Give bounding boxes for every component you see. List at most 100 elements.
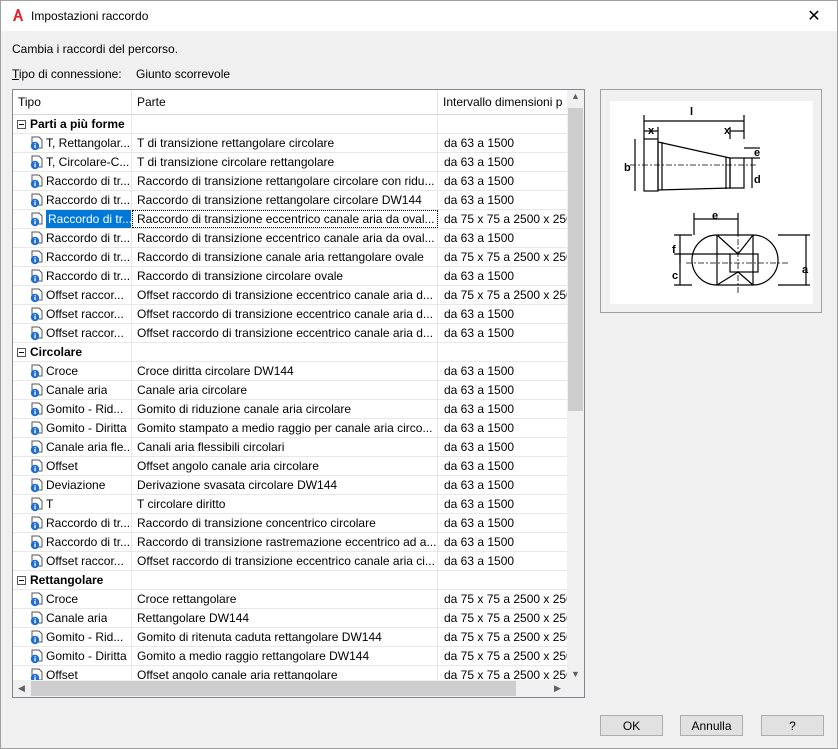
range-cell[interactable]: da 63 a 1500 [438, 533, 568, 551]
tipo-cell[interactable]: Gomito - Rid... [13, 400, 132, 418]
range-cell[interactable]: da 75 x 75 a 2500 x 2500 [438, 248, 568, 266]
range-cell[interactable]: da 75 x 75 a 2500 x 2500 [438, 647, 568, 665]
table-row[interactable]: Croce Croce diritta circolare DW144 da 63 … [13, 362, 568, 381]
parte-cell[interactable]: Gomito di ritenuta caduta rettangolare D… [132, 628, 438, 646]
collapse-icon[interactable] [17, 119, 26, 129]
range-cell[interactable]: da 63 a 1500 [438, 438, 568, 456]
parte-cell[interactable]: Croce rettangolare [132, 590, 438, 608]
parte-cell[interactable]: Croce diritta circolare DW144 [132, 362, 438, 380]
range-cell[interactable]: da 63 a 1500 [438, 476, 568, 494]
parte-cell[interactable]: Raccordo di transizione concentrico circ… [132, 514, 438, 532]
tipo-cell[interactable]: Offset raccor... [13, 286, 132, 304]
range-cell[interactable]: da 75 x 75 a 2500 x 2500 [438, 286, 568, 304]
collapse-icon[interactable] [17, 575, 26, 585]
table-row[interactable]: T, Circolare-C... T di transizione circol… [13, 153, 568, 172]
tipo-cell[interactable]: Raccordo di tr... [13, 229, 132, 247]
range-cell[interactable]: da 63 a 1500 [438, 419, 568, 437]
range-cell[interactable]: da 75 x 75 a 2500 x 2500 [438, 628, 568, 646]
table-row[interactable]: Canale aria fle... Canali aria flessibili… [13, 438, 568, 457]
parte-cell[interactable]: Offset raccordo di transizione eccentric… [132, 305, 438, 323]
column-header-tipo[interactable]: Tipo [13, 90, 132, 115]
table-row[interactable]: Offset Offset angolo canale aria circolar… [13, 457, 568, 476]
tipo-cell[interactable]: T, Circolare-C... [13, 153, 132, 171]
range-cell[interactable]: da 63 a 1500 [438, 172, 568, 190]
range-cell[interactable]: da 63 a 1500 [438, 400, 568, 418]
table-row[interactable]: T T circolare diritto da 63 a 1500 [13, 495, 568, 514]
tipo-cell[interactable]: Raccordo di tr... [13, 172, 132, 190]
parte-cell[interactable]: Raccordo di transizione rettangolare cir… [132, 191, 438, 209]
tipo-cell[interactable]: T [13, 495, 132, 513]
tipo-cell[interactable]: Gomito - Diritta [13, 419, 132, 437]
table-row[interactable]: Offset raccor... Offset raccordo di trans… [13, 305, 568, 324]
table-row[interactable]: Raccordo di tr... Raccordo di transizione… [13, 229, 568, 248]
group-cell[interactable]: Circolare [13, 343, 132, 361]
range-cell[interactable]: da 63 a 1500 [438, 305, 568, 323]
range-cell[interactable]: da 75 x 75 a 2500 x 2500 [438, 210, 568, 228]
table-row[interactable]: Raccordo di tr... Raccordo di transizione… [13, 248, 568, 267]
group-row[interactable]: Rettangolare [13, 571, 568, 590]
parte-cell[interactable]: Gomito di riduzione canale aria circolar… [132, 400, 438, 418]
tipo-cell[interactable]: T, Rettangolar... [13, 134, 132, 152]
parte-cell[interactable]: Raccordo di transizione eccentrico canal… [132, 210, 438, 228]
group-row[interactable]: Circolare [13, 343, 568, 362]
tipo-cell[interactable]: Raccordo di tr... [13, 267, 132, 285]
horizontal-scroll-thumb[interactable] [31, 681, 516, 696]
tipo-cell[interactable]: Offset raccor... [13, 324, 132, 342]
range-cell[interactable]: da 63 a 1500 [438, 457, 568, 475]
table-row[interactable]: Gomito - Rid... Gomito di riduzione canal… [13, 400, 568, 419]
tipo-cell[interactable]: Raccordo di tr... [13, 248, 132, 266]
close-icon[interactable]: ✕ [807, 6, 820, 26]
table-row[interactable]: Deviazione Derivazione svasata circolare … [13, 476, 568, 495]
parte-cell[interactable]: Offset raccordo di transizione eccentric… [132, 324, 438, 342]
column-header-parte[interactable]: Parte [132, 90, 438, 115]
table-row[interactable]: Canale aria Rettangolare DW144 da 75 x 75 … [13, 609, 568, 628]
vertical-scrollbar[interactable]: ▲ ▼ [567, 90, 584, 680]
group-cell[interactable]: Parti a più forme [13, 115, 132, 133]
tipo-cell[interactable]: Offset raccor... [13, 305, 132, 323]
range-cell[interactable]: da 63 a 1500 [438, 267, 568, 285]
scroll-left-arrow-icon[interactable]: ◀ [13, 683, 30, 694]
table-row[interactable]: Gomito - Diritta Gomito a medio raggio re… [13, 647, 568, 666]
parte-cell[interactable]: Rettangolare DW144 [132, 609, 438, 627]
range-cell[interactable]: da 63 a 1500 [438, 191, 568, 209]
table-row[interactable]: Offset raccor... Offset raccordo di trans… [13, 324, 568, 343]
table-row[interactable]: Raccordo di tr... Raccordo di transizione… [13, 210, 568, 229]
tipo-cell[interactable]: Offset [13, 457, 132, 475]
tipo-cell[interactable]: Raccordo di tr... [13, 210, 132, 228]
table-row[interactable]: Offset raccor... Offset raccordo di trans… [13, 552, 568, 571]
range-cell[interactable]: da 63 a 1500 [438, 381, 568, 399]
range-cell[interactable]: da 63 a 1500 [438, 552, 568, 570]
parte-cell[interactable]: Raccordo di transizione canale aria rett… [132, 248, 438, 266]
range-cell[interactable]: da 63 a 1500 [438, 495, 568, 513]
tipo-cell[interactable]: Raccordo di tr... [13, 191, 132, 209]
tipo-cell[interactable]: Croce [13, 362, 132, 380]
fittings-grid[interactable]: Tipo Parte Intervallo dimensioni p Parti… [12, 89, 585, 698]
tipo-cell[interactable]: Gomito - Diritta [13, 647, 132, 665]
tipo-cell[interactable]: Canale aria [13, 609, 132, 627]
table-row[interactable]: Offset raccor... Offset raccordo di trans… [13, 286, 568, 305]
close-button[interactable]: ✕ [791, 1, 837, 31]
tipo-cell[interactable]: Offset raccor... [13, 552, 132, 570]
range-cell[interactable]: da 63 a 1500 [438, 362, 568, 380]
parte-cell[interactable]: Canale aria circolare [132, 381, 438, 399]
parte-cell[interactable]: Raccordo di transizione rettangolare cir… [132, 172, 438, 190]
range-cell[interactable]: da 63 a 1500 [438, 229, 568, 247]
tipo-cell[interactable]: Gomito - Rid... [13, 628, 132, 646]
tipo-cell[interactable]: Canale aria fle... [13, 438, 132, 456]
table-row[interactable]: Raccordo di tr... Raccordo di transizione… [13, 514, 568, 533]
collapse-icon[interactable] [17, 347, 26, 357]
table-row[interactable]: Gomito - Diritta Gomito stampato a medio … [13, 419, 568, 438]
parte-cell[interactable]: T di transizione rettangolare circolare [132, 134, 438, 152]
parte-cell[interactable]: Offset raccordo di transizione eccentric… [132, 552, 438, 570]
tipo-cell[interactable]: Croce [13, 590, 132, 608]
parte-cell[interactable]: Offset angolo canale aria circolare [132, 457, 438, 475]
parte-cell[interactable]: Raccordo di transizione rastremazione ec… [132, 533, 438, 551]
table-row[interactable]: T, Rettangolar... T di transizione rettan… [13, 134, 568, 153]
parte-cell[interactable]: Offset raccordo di transizione eccentric… [132, 286, 438, 304]
scroll-right-arrow-icon[interactable]: ▶ [549, 683, 566, 694]
column-header-range[interactable]: Intervallo dimensioni p [438, 90, 568, 115]
table-row[interactable]: Canale aria Canale aria circolare da 63 a … [13, 381, 568, 400]
scroll-down-arrow-icon[interactable]: ▼ [567, 669, 584, 679]
vertical-scroll-thumb[interactable] [568, 108, 583, 411]
range-cell[interactable]: da 63 a 1500 [438, 324, 568, 342]
